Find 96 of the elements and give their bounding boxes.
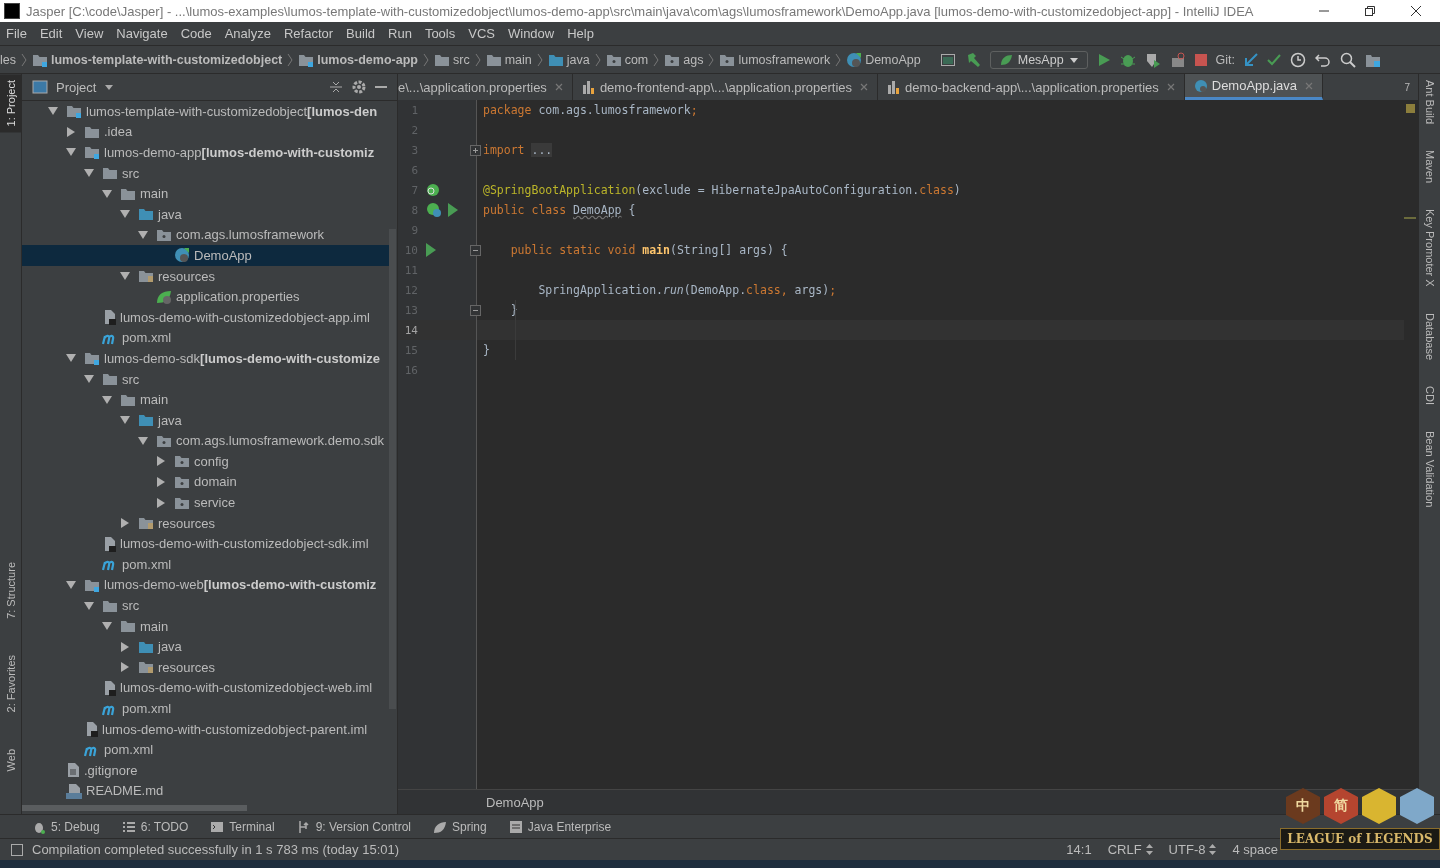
tool-window-button[interactable]: 9: Version Control [296, 819, 412, 834]
code-line: import ... [483, 143, 553, 157]
tool-window-tab[interactable]: 7: Structure [4, 556, 17, 626]
menu-item[interactable]: Refactor [283, 26, 334, 41]
tab-list-button[interactable]: 7 [1396, 81, 1418, 93]
tree-item[interactable]: domain [22, 471, 389, 493]
tree-item[interactable]: pom.xml [22, 739, 389, 760]
tree-item[interactable]: src [22, 595, 389, 616]
code-line: public class DemoApp { [483, 203, 636, 217]
tree-item[interactable]: java [22, 636, 389, 658]
menu-item[interactable]: Analyze [224, 26, 271, 41]
code-line: @SpringBootApplication(exclude = HibernateJpaAutoConfiguration.class) [483, 183, 961, 197]
tree-item[interactable]: main [22, 615, 389, 637]
menu-item[interactable]: VCS [468, 26, 495, 41]
panel-title[interactable]: Project [56, 79, 97, 95]
menu-item[interactable]: File [6, 26, 27, 41]
tree-item[interactable]: java [22, 203, 389, 225]
tree-item[interactable]: main [22, 389, 389, 410]
menu-item[interactable]: Run [388, 26, 412, 41]
menu-item[interactable]: Code [180, 26, 212, 41]
breadcrumb[interactable]: lumos-template-with-customizedobject [51, 52, 283, 67]
tree-item[interactable]: application.properties [22, 286, 389, 307]
editor-breadcrumb[interactable]: DemoApp [486, 794, 544, 810]
tool-window-tab[interactable]: Web [4, 742, 17, 778]
breadcrumb[interactable]: src [452, 52, 470, 67]
tool-window-button[interactable]: Java Enterprise [508, 819, 612, 834]
tool-window-tab[interactable]: Ant Build [1423, 80, 1436, 125]
tree-item[interactable]: resources [22, 657, 389, 678]
toolbar-logo: LEAGUE of LEGENDS [1280, 828, 1440, 850]
tool-window-tab[interactable]: Bean Validation [1423, 430, 1436, 507]
tool-window-button[interactable]: Terminal [210, 819, 275, 834]
tree-item[interactable]: DemoApp [22, 245, 389, 266]
menu-item[interactable]: Navigate [116, 26, 168, 41]
tree-item[interactable]: lumos-demo-app[lumos-demo-with-customiz [22, 142, 389, 163]
line-number: 14 [403, 323, 418, 337]
tree-item[interactable]: main [22, 183, 389, 204]
tool-window-tab[interactable]: 2: Favorites [4, 649, 17, 719]
tool-window-tab[interactable]: 1: Project [0, 74, 21, 133]
tree-item[interactable]: pom.xml [22, 554, 389, 575]
git-label: Git: [1215, 52, 1236, 67]
breadcrumb[interactable]: les [0, 52, 16, 67]
code-line: } [483, 343, 490, 357]
tree-item[interactable]: com.ags.lumosframework [22, 224, 389, 246]
tree-item[interactable]: lumos-demo-with-customizedobject-app.iml [22, 306, 389, 328]
breadcrumb[interactable]: com [624, 52, 649, 67]
tree-item[interactable]: lumos-demo-with-customizedobject-parent.iml [22, 718, 389, 740]
line-separator-selector[interactable]: CRLF [1103, 842, 1157, 857]
code-line: public static void main(String[] args) { [509, 243, 788, 257]
menu-item[interactable]: Window [507, 26, 555, 41]
encoding-selector[interactable]: UTF-8 [1164, 842, 1221, 857]
tree-item[interactable]: pom.xml [22, 327, 389, 349]
tree-item[interactable]: src [22, 162, 389, 184]
tree-item[interactable]: resources [22, 265, 389, 287]
indent-selector[interactable]: 4 space [1228, 842, 1282, 857]
tree-item[interactable]: lumos-demo-with-customizedobject-web.iml [22, 677, 389, 699]
breadcrumb[interactable]: java [566, 52, 590, 67]
tool-window-tab[interactable]: Maven [1423, 150, 1436, 184]
tree-item[interactable]: lumos-demo-web[lumos-demo-with-customiz [22, 574, 389, 596]
caret-position[interactable]: 14:1 [1062, 842, 1096, 857]
menu-item[interactable]: Tools [424, 26, 456, 41]
tree-item[interactable]: lumos-demo-sdk[lumos-demo-with-customize [22, 348, 389, 369]
menu-item[interactable]: Edit [39, 26, 63, 41]
status-message: Compilation completed successfully in 1 s 783 ms (today 15:01) [32, 842, 400, 857]
menu-item[interactable]: Build [346, 26, 375, 41]
breadcrumb[interactable]: main [504, 52, 532, 67]
tool-window-tab[interactable]: CDI [1423, 385, 1436, 405]
tree-item[interactable]: config [22, 451, 389, 472]
menu-item[interactable]: View [75, 26, 104, 41]
breadcrumb[interactable]: DemoApp [865, 52, 921, 67]
tree-item[interactable]: src [22, 368, 389, 390]
tool-window-button[interactable]: Spring [433, 819, 487, 834]
tree-item[interactable]: service [22, 492, 389, 513]
tool-window-tab[interactable]: Database [1423, 312, 1436, 360]
tree-item[interactable]: resources [22, 512, 389, 534]
tool-window-button[interactable]: 6: TODO [121, 819, 189, 834]
menu-item[interactable]: Help [567, 26, 594, 41]
tool-window-tab[interactable]: Key Promoter X [1423, 209, 1436, 287]
tree-item[interactable]: .idea [22, 121, 389, 143]
breadcrumb[interactable]: lumos-demo-app [317, 52, 418, 67]
code-line: package com.ags.lumosframework; [483, 103, 698, 117]
editor-tab[interactable]: demo-frontend-app\...\application.properties [572, 74, 879, 100]
breadcrumb[interactable]: lumosframework [738, 52, 831, 67]
tree-item[interactable]: java [22, 409, 389, 431]
tool-window-button[interactable]: 5: Debug [32, 819, 100, 834]
breadcrumb[interactable]: ags [683, 52, 704, 67]
run-configuration-dropdown[interactable]: MesApp [989, 50, 1088, 69]
editor-tab[interactable]: demo-backend-app\...\application.properties [878, 74, 1185, 100]
tree-item[interactable]: pom.xml [22, 698, 389, 719]
tree-item[interactable]: com.ags.lumosframework.demo.sdk [22, 430, 389, 452]
tree-item[interactable]: README.md [22, 780, 389, 802]
tree-item[interactable]: .gitignore [22, 760, 389, 781]
editor-tab[interactable]: DemoApp.java [1184, 74, 1324, 100]
window-title: Jasper [C:\code\Jasper] - ...\lumos-examples\lumos-template-with-customizedobject\lumos-demo-app\src\main\java\com\ags\lumosframework\DemoApp.java [lumos-demo-with-customizedobject-app] - IntelliJ IDEA [26, 3, 1254, 19]
tree-item[interactable]: lumos-template-with-customizedobject[lumos-den [22, 101, 389, 122]
tree-item[interactable]: lumos-demo-with-customizedobject-sdk.iml [22, 533, 389, 555]
code-line: SpringApplication.run(DemoApp.class, args); [537, 283, 837, 297]
